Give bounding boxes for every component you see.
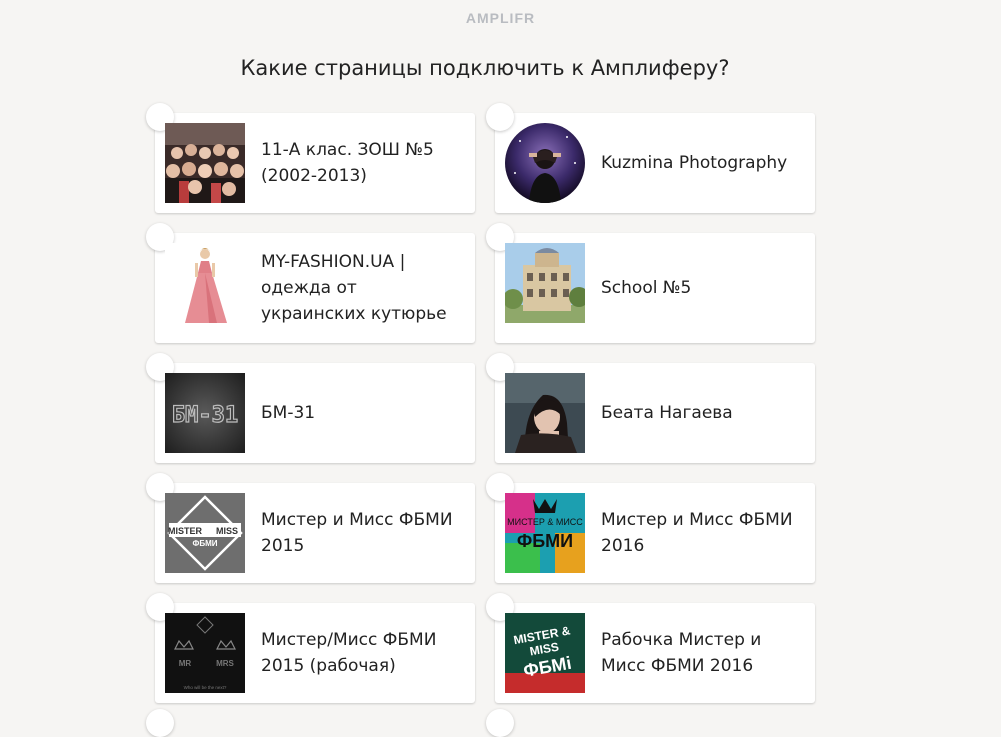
page-thumbnail xyxy=(505,123,585,203)
thumb-text-fbmi: ФБМИ xyxy=(517,531,573,551)
page-name: 11-А клас. ЗОШ №5 (2002-2013) xyxy=(261,140,434,186)
page-name: Мистер и Мисс ФБМИ 2016 xyxy=(601,510,793,556)
page-thumbnail: MISTER & MISS ФБМi xyxy=(505,613,585,693)
page-name: Kuzmina Photography xyxy=(601,153,788,173)
select-checkbox[interactable] xyxy=(486,709,514,737)
page-card[interactable]: 11-А клас. ЗОШ №5 (2002-2013) xyxy=(146,103,475,213)
page-thumbnail xyxy=(165,243,245,323)
page-card[interactable]: MY-FASHION.UA | одежда от украинских кут… xyxy=(146,223,475,343)
page-name: БМ-31 xyxy=(261,403,316,423)
page-card[interactable]: Kuzmina Photography xyxy=(486,103,815,213)
page-thumbnail xyxy=(505,243,585,323)
page-thumbnail: MISTER MISS ФБМИ xyxy=(165,493,245,573)
page-thumbnail xyxy=(505,373,585,453)
thumb-text-tagline: Who will be the next? xyxy=(184,685,227,690)
page-name: Мистер/Мисс ФБМИ 2015 (рабочая) xyxy=(261,630,437,676)
page-thumbnail: МИСТЕР & МИСС ФБМИ xyxy=(505,493,585,573)
pages-grid: 11-А клас. ЗОШ №5 (2002-2013) Kuzmina Ph… xyxy=(0,0,1001,737)
thumb-text-mrs: MRS xyxy=(216,659,234,668)
thumb-text-miss: MISS xyxy=(216,526,238,536)
page-thumbnail xyxy=(165,123,245,203)
thumb-text-mr: MR xyxy=(179,659,192,668)
thumb-text-mister: MISTER xyxy=(168,526,203,536)
page-card[interactable]: Беата Нагаева xyxy=(486,353,815,463)
thumb-text-fbmi: ФБМИ xyxy=(193,539,218,548)
page-card[interactable]: MR MRS Who will be the next? Мистер/Мисс… xyxy=(146,593,475,703)
page-name: MY-FASHION.UA | одежда от украинских кут… xyxy=(261,252,447,324)
page-card[interactable]: MISTER MISS ФБМИ Мистер и Мисс ФБМИ 2015 xyxy=(146,473,475,583)
page-name: Мистер и Мисс ФБМИ 2015 xyxy=(261,510,453,556)
page-name: Рабочка Мистер и Мисс ФБМИ 2016 xyxy=(601,630,762,676)
page-name: Беата Нагаева xyxy=(601,403,733,423)
thumb-text-mister-miss: МИСТЕР & МИСС xyxy=(507,517,583,527)
page-card[interactable]: School №5 xyxy=(486,223,815,343)
page-thumbnail: MR MRS Who will be the next? xyxy=(165,613,245,693)
page-name: School №5 xyxy=(601,278,692,298)
page-card[interactable]: MISTER & MISS ФБМi Рабочка Мистер и Мисс… xyxy=(486,593,815,703)
page-card[interactable]: МИСТЕР & МИСС ФБМИ Мистер и Мисс ФБМИ 20… xyxy=(486,473,815,583)
page-thumbnail: БМ-31 xyxy=(165,373,245,453)
select-checkbox[interactable] xyxy=(486,103,514,131)
page-card[interactable]: БМ-31 БМ-31 xyxy=(146,353,475,463)
select-checkbox[interactable] xyxy=(146,709,174,737)
thumb-logo-text: БМ-31 xyxy=(172,403,238,428)
